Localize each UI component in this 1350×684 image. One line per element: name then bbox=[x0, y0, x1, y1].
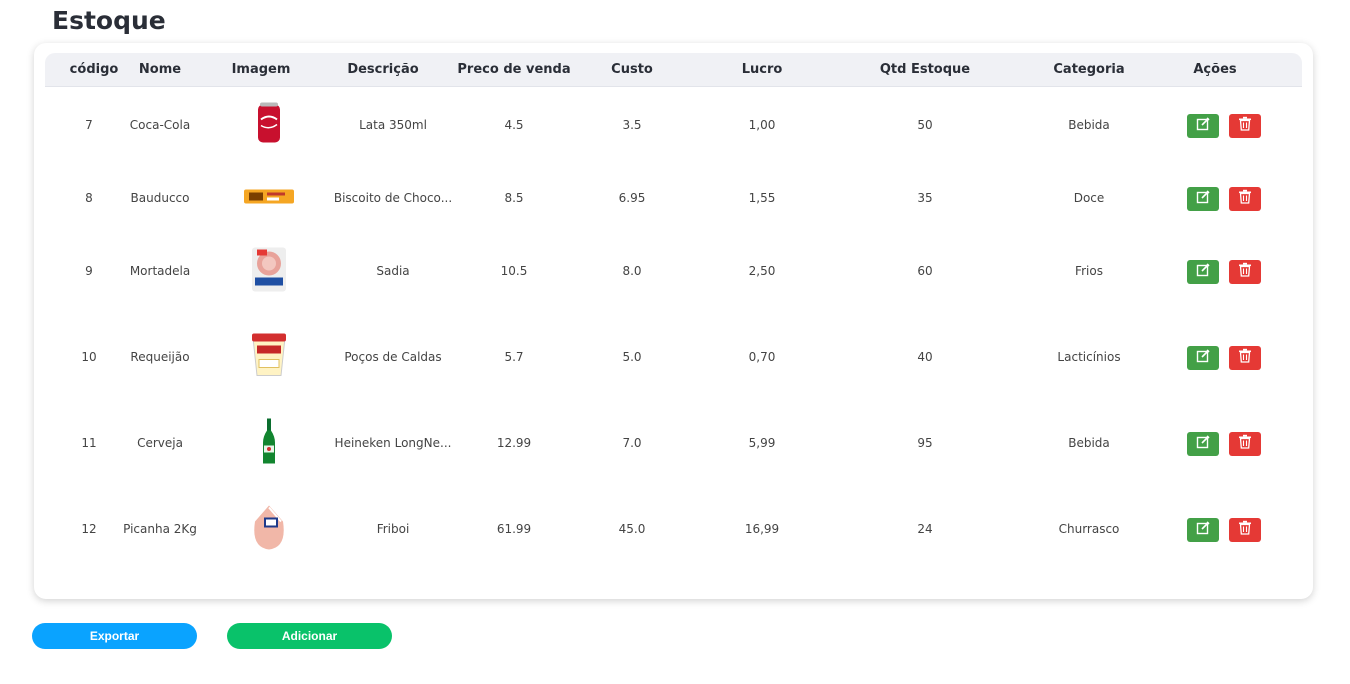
cell-nome: Cerveja bbox=[137, 436, 183, 450]
cell-lucro: 5,99 bbox=[748, 436, 776, 450]
cell-codigo: 7 bbox=[85, 118, 93, 132]
column-header-codigo: código bbox=[69, 62, 119, 77]
cell-codigo: 10 bbox=[81, 350, 97, 364]
bauducco-biscuit-image bbox=[243, 188, 295, 211]
trash-icon bbox=[1238, 189, 1252, 209]
edit-button[interactable] bbox=[1187, 187, 1219, 211]
column-header-qtd: Qtd Estoque bbox=[879, 62, 971, 77]
column-header-preco: Preco de venda bbox=[457, 62, 571, 77]
add-button[interactable]: Adicionar bbox=[227, 623, 392, 649]
trash-icon bbox=[1238, 434, 1252, 454]
cell-categoria: Doce bbox=[1073, 191, 1105, 205]
cell-custo: 8.0 bbox=[622, 264, 642, 278]
cell-qtd: 24 bbox=[917, 522, 933, 536]
column-header-categoria: Categoria bbox=[1053, 62, 1125, 77]
cell-lucro: 1,00 bbox=[748, 118, 776, 132]
inventory-card bbox=[34, 43, 1313, 599]
edit-icon bbox=[1196, 262, 1210, 282]
cell-descricao: Lata 350ml bbox=[359, 118, 427, 132]
delete-button[interactable] bbox=[1229, 518, 1261, 542]
cell-qtd: 35 bbox=[917, 191, 933, 205]
cell-codigo: 12 bbox=[81, 522, 97, 536]
cell-categoria: Bebida bbox=[1068, 118, 1110, 132]
cell-preco: 8.5 bbox=[504, 191, 524, 205]
cell-descricao: Poços de Caldas bbox=[344, 350, 442, 364]
edit-icon bbox=[1196, 348, 1210, 368]
page-title: Estoque bbox=[52, 6, 166, 35]
cell-categoria: Frios bbox=[1075, 264, 1103, 278]
delete-button[interactable] bbox=[1229, 114, 1261, 138]
cell-codigo: 8 bbox=[85, 191, 93, 205]
cell-categoria: Lacticínios bbox=[1057, 350, 1121, 364]
cell-categoria: Bebida bbox=[1068, 436, 1110, 450]
cell-preco: 4.5 bbox=[504, 118, 524, 132]
requeijao-cup-image bbox=[250, 332, 288, 385]
edit-button[interactable] bbox=[1187, 114, 1219, 138]
cell-custo: 6.95 bbox=[618, 191, 646, 205]
cell-descricao: Sadia bbox=[376, 264, 410, 278]
cell-preco: 10.5 bbox=[500, 264, 528, 278]
edit-button[interactable] bbox=[1187, 518, 1219, 542]
mortadela-package-image bbox=[249, 246, 289, 299]
cell-preco: 61.99 bbox=[496, 522, 532, 536]
cell-qtd: 60 bbox=[917, 264, 933, 278]
cell-lucro: 1,55 bbox=[748, 191, 776, 205]
edit-icon bbox=[1196, 116, 1210, 136]
delete-button[interactable] bbox=[1229, 187, 1261, 211]
column-header-descricao: Descrição bbox=[347, 62, 419, 77]
trash-icon bbox=[1238, 116, 1252, 136]
edit-icon bbox=[1196, 434, 1210, 454]
cell-custo: 45.0 bbox=[618, 522, 646, 536]
trash-icon bbox=[1238, 520, 1252, 540]
picanha-package-image bbox=[252, 504, 286, 557]
cell-lucro: 16,99 bbox=[744, 522, 780, 536]
cell-nome: Requeijão bbox=[130, 350, 190, 364]
cell-descricao: Friboi bbox=[376, 522, 410, 536]
edit-button[interactable] bbox=[1187, 346, 1219, 370]
edit-button[interactable] bbox=[1187, 260, 1219, 284]
delete-button[interactable] bbox=[1229, 260, 1261, 284]
cell-preco: 5.7 bbox=[504, 350, 524, 364]
delete-button[interactable] bbox=[1229, 432, 1261, 456]
cell-custo: 3.5 bbox=[622, 118, 642, 132]
trash-icon bbox=[1238, 262, 1252, 282]
cell-preco: 12.99 bbox=[496, 436, 532, 450]
cell-qtd: 40 bbox=[917, 350, 933, 364]
column-header-lucro: Lucro bbox=[741, 62, 783, 77]
export-button[interactable]: Exportar bbox=[32, 623, 197, 649]
cell-qtd: 50 bbox=[917, 118, 933, 132]
column-header-custo: Custo bbox=[611, 62, 653, 77]
cell-descricao: Heineken LongNe... bbox=[334, 436, 452, 450]
column-header-nome: Nome bbox=[138, 62, 182, 77]
cell-nome: Bauducco bbox=[130, 191, 190, 205]
edit-icon bbox=[1196, 189, 1210, 209]
cell-codigo: 9 bbox=[85, 264, 93, 278]
cell-lucro: 0,70 bbox=[748, 350, 776, 364]
coca-cola-can-image bbox=[256, 102, 282, 151]
edit-icon bbox=[1196, 520, 1210, 540]
cell-descricao: Biscoito de Choco... bbox=[333, 191, 453, 205]
beer-bottle-image bbox=[261, 418, 277, 471]
cell-custo: 7.0 bbox=[622, 436, 642, 450]
cell-qtd: 95 bbox=[917, 436, 933, 450]
edit-button[interactable] bbox=[1187, 432, 1219, 456]
column-header-acoes: Ações bbox=[1193, 62, 1237, 77]
cell-nome: Picanha 2Kg bbox=[123, 522, 197, 536]
delete-button[interactable] bbox=[1229, 346, 1261, 370]
cell-custo: 5.0 bbox=[622, 350, 642, 364]
cell-categoria: Churrasco bbox=[1058, 522, 1120, 536]
column-header-imagem: Imagem bbox=[231, 62, 291, 77]
cell-nome: Coca-Cola bbox=[129, 118, 191, 132]
cell-nome: Mortadela bbox=[129, 264, 191, 278]
trash-icon bbox=[1238, 348, 1252, 368]
cell-lucro: 2,50 bbox=[748, 264, 776, 278]
cell-codigo: 11 bbox=[81, 436, 97, 450]
